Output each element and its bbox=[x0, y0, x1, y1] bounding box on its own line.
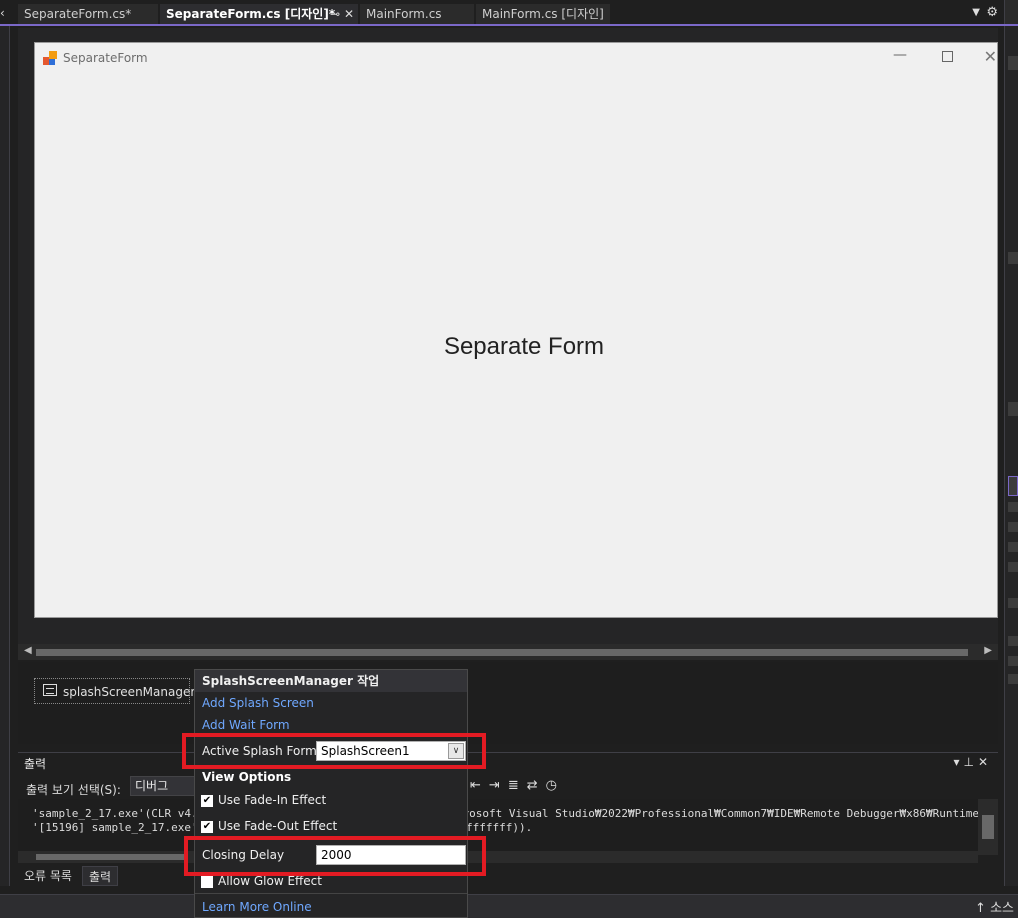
tab-label: SeparateForm.cs [디자인]* bbox=[166, 7, 336, 21]
component-icon bbox=[43, 684, 57, 696]
designed-form[interactable]: SeparateForm — ✕ Separate Form bbox=[34, 42, 998, 618]
expand-icon[interactable] bbox=[1008, 656, 1018, 666]
component-label: splashScreenManager1 bbox=[63, 685, 203, 699]
smart-tag-panel: SplashScreenManager 작업 Add Splash Screen… bbox=[194, 669, 468, 918]
right-tool-strip bbox=[1004, 26, 1018, 886]
document-tab-bar: ‹ SeparateForm.cs* SeparateForm.cs [디자인]… bbox=[0, 0, 1018, 26]
gear-icon[interactable]: ⚙ bbox=[986, 5, 998, 20]
tab-actions: ⊸ ✕ bbox=[330, 4, 354, 24]
divider bbox=[195, 893, 467, 894]
splash-screen-manager-component[interactable]: splashScreenManager1 bbox=[34, 678, 203, 704]
properties-icon[interactable] bbox=[1008, 476, 1018, 496]
close-icon[interactable]: ✕ bbox=[978, 755, 992, 769]
pin-icon[interactable]: ⊸ bbox=[330, 7, 340, 21]
output-panel: 출력 ▾⊥✕ 출력 보기 선택(S): 디버그 ⇤⇥≣⇄◷ 'sample_2_… bbox=[18, 752, 998, 863]
scroll-left-icon[interactable]: ◀ bbox=[24, 645, 32, 656]
expand-icon[interactable] bbox=[1008, 636, 1018, 646]
form-title: SeparateForm bbox=[63, 51, 148, 65]
status-bar: ↑ 소스 bbox=[0, 894, 1018, 918]
panel-header: SplashScreenManager 작업 bbox=[195, 670, 467, 692]
scroll-thumb[interactable] bbox=[36, 649, 968, 656]
tab-mainform-code[interactable]: MainForm.cs bbox=[360, 4, 474, 24]
tab-mainform-design[interactable]: MainForm.cs [디자인] bbox=[476, 4, 610, 24]
tab-label: MainForm.cs [디자인] bbox=[482, 7, 604, 21]
dropdown-icon[interactable]: ▾ bbox=[953, 755, 963, 769]
output-horizontal-scrollbar[interactable] bbox=[18, 851, 978, 863]
output-text-area[interactable]: 'sample_2_17.exe'(CLR v4.0. rosoft Visua… bbox=[18, 799, 978, 851]
form-logo-icon bbox=[43, 51, 59, 67]
right-panel-tab[interactable] bbox=[1004, 0, 1018, 24]
form-close-icon[interactable]: ✕ bbox=[984, 47, 997, 66]
chevron-left-icon[interactable]: ‹ bbox=[0, 6, 10, 20]
right-strip-tab[interactable] bbox=[1008, 402, 1018, 416]
tab-label: 오류 목록 bbox=[24, 869, 72, 883]
tab-label: MainForm.cs bbox=[366, 7, 442, 21]
minimize-icon[interactable]: — bbox=[893, 47, 907, 63]
clock-icon[interactable]: ◷ bbox=[546, 778, 565, 793]
expand-icon[interactable] bbox=[1008, 562, 1018, 572]
fade-out-checkbox[interactable]: ✔ bbox=[201, 821, 213, 833]
status-bar-right[interactable]: ↑ 소스 bbox=[975, 897, 1014, 916]
expand-icon[interactable] bbox=[1008, 674, 1018, 684]
scroll-thumb[interactable] bbox=[36, 854, 186, 860]
scroll-right-icon[interactable]: ▶ bbox=[984, 645, 992, 656]
expand-icon[interactable] bbox=[1008, 522, 1018, 532]
glow-checkbox[interactable] bbox=[201, 876, 213, 888]
scroll-thumb[interactable] bbox=[982, 815, 994, 839]
learn-more-link[interactable]: Learn More Online bbox=[202, 900, 312, 914]
output-source-label: 출력 보기 선택(S): bbox=[26, 783, 121, 797]
source-control-label: 소스 bbox=[990, 901, 1014, 916]
output-source-select[interactable]: 디버그 bbox=[130, 776, 200, 796]
glow-label: Allow Glow Effect bbox=[218, 874, 322, 888]
tab-label: SeparateForm.cs* bbox=[24, 7, 132, 21]
tab-dropdown-icon[interactable]: ▼ bbox=[972, 7, 980, 18]
form-label[interactable]: Separate Form bbox=[35, 333, 1013, 361]
right-strip-tab[interactable] bbox=[1008, 56, 1018, 70]
view-options-heading: View Options bbox=[202, 770, 292, 784]
goto-prev-icon[interactable]: ⇤ bbox=[470, 778, 489, 793]
fade-out-label: Use Fade-Out Effect bbox=[218, 819, 338, 833]
tab-separateform-design[interactable]: SeparateForm.cs [디자인]* ⊸ ✕ bbox=[160, 4, 358, 24]
designer-surface: SeparateForm — ✕ Separate Form bbox=[18, 28, 998, 660]
output-vertical-scrollbar[interactable] bbox=[978, 799, 998, 855]
add-splash-screen-link[interactable]: Add Splash Screen bbox=[202, 696, 314, 710]
expand-icon[interactable] bbox=[1008, 502, 1018, 512]
tab-label: 출력 bbox=[89, 870, 112, 884]
fade-in-checkbox[interactable]: ✔ bbox=[201, 795, 213, 807]
output-line: 'sample_2_17.exe'(CLR v4.0. rosoft Visua… bbox=[32, 807, 978, 820]
output-toolbar: ⇤⇥≣⇄◷ bbox=[470, 778, 565, 793]
tab-separateform-code[interactable]: SeparateForm.cs* bbox=[18, 4, 158, 24]
bottom-tool-tabs: 오류 목록 출력 bbox=[18, 864, 998, 888]
output-panel-title: 출력 bbox=[24, 757, 47, 771]
component-tray: splashScreenManager1 ◀ bbox=[18, 662, 998, 744]
goto-next-icon[interactable]: ⇥ bbox=[489, 778, 508, 793]
right-strip-tab[interactable] bbox=[1008, 252, 1018, 264]
arrow-up-icon: ↑ bbox=[975, 901, 986, 916]
expand-icon[interactable] bbox=[1008, 542, 1018, 552]
tab-output[interactable]: 출력 bbox=[82, 866, 119, 886]
pin-icon[interactable]: ⊥ bbox=[963, 755, 977, 769]
highlight-active-splash bbox=[182, 733, 486, 769]
panel-controls: ▾⊥✕ bbox=[953, 755, 992, 769]
fade-in-label: Use Fade-In Effect bbox=[218, 793, 327, 807]
tab-error-list[interactable]: 오류 목록 bbox=[18, 866, 78, 886]
maximize-icon[interactable] bbox=[942, 51, 953, 62]
clear-all-icon[interactable]: ≣ bbox=[508, 778, 527, 793]
highlight-closing-delay bbox=[184, 836, 486, 876]
expand-icon[interactable] bbox=[1008, 598, 1018, 608]
word-wrap-icon[interactable]: ⇄ bbox=[527, 778, 546, 793]
designer-horizontal-scrollbar[interactable]: ◀ ▶ bbox=[18, 644, 998, 660]
left-tool-strip bbox=[0, 26, 10, 886]
close-icon[interactable]: ✕ bbox=[344, 7, 354, 21]
add-wait-form-link[interactable]: Add Wait Form bbox=[202, 718, 290, 732]
